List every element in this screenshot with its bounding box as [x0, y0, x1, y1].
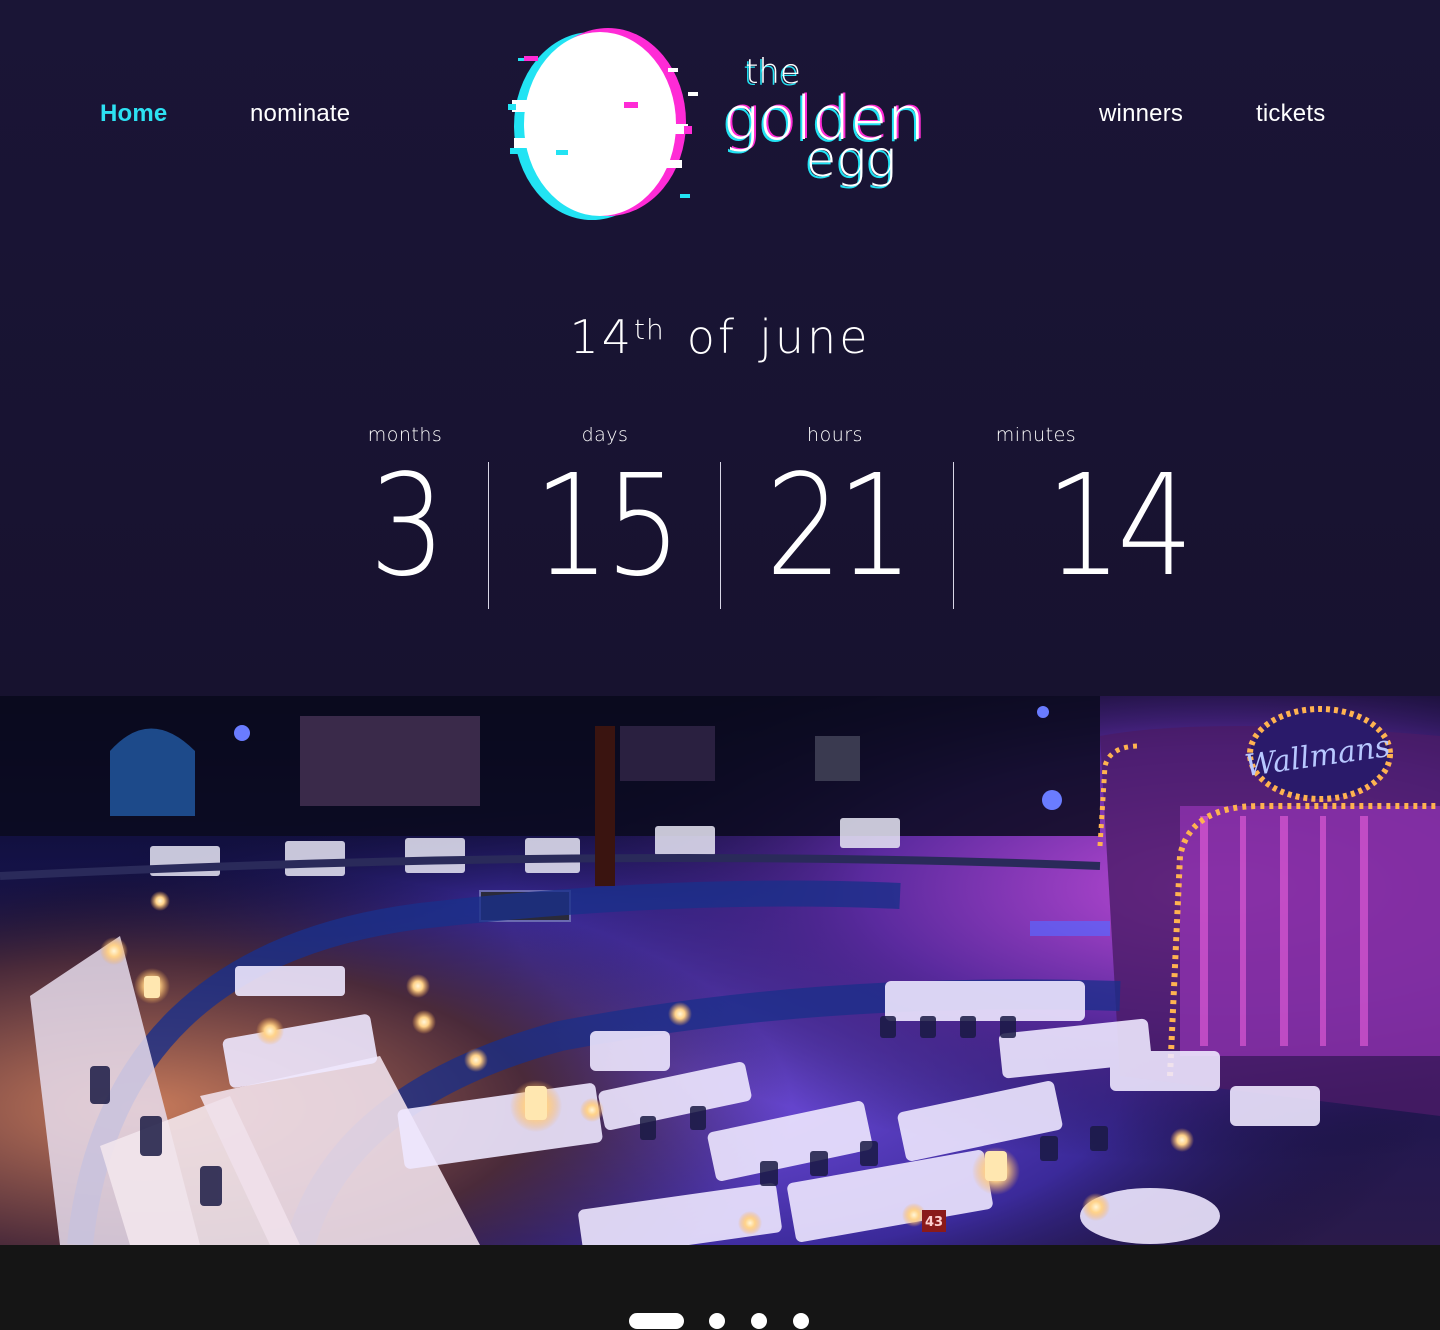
countdown-months-value: 3 — [369, 445, 446, 608]
event-date-of: of — [686, 310, 738, 364]
event-date-day: 14 — [569, 310, 635, 364]
countdown-minutes-value: 14 — [1045, 445, 1194, 608]
venue-photo: Wallmans 43 — [0, 696, 1440, 1245]
nav-home-link[interactable]: Home — [100, 100, 167, 128]
countdown-separator — [720, 462, 721, 609]
logo-line-egg: egg — [806, 130, 897, 188]
countdown-months-label: months — [367, 424, 443, 446]
carousel-dot-2[interactable] — [709, 1313, 725, 1329]
golden-egg-logo[interactable]: the the golden golden golden egg egg — [508, 20, 938, 230]
carousel-dot-3[interactable] — [751, 1313, 767, 1329]
countdown-days-label: days — [581, 424, 629, 446]
event-date-month: june — [759, 310, 871, 364]
table-number: 43 — [925, 1215, 943, 1230]
egg-logo-icon — [508, 28, 698, 220]
countdown-separator — [953, 462, 954, 609]
header: Home nominate winners tickets the the go… — [0, 0, 1440, 696]
wall-painting — [300, 716, 480, 806]
countdown-hours-label: hours — [807, 424, 863, 446]
nav-winners-link[interactable]: winners — [1099, 100, 1183, 128]
hero-venue-image: Wallmans 43 — [0, 696, 1440, 1245]
countdown-minutes-label: minutes — [995, 424, 1077, 446]
stage-curtain — [1180, 806, 1440, 1056]
countdown-separator — [488, 462, 489, 609]
countdown-hours-value: 21 — [765, 445, 914, 608]
venue-sign: Wallmans — [1243, 706, 1393, 802]
carousel-dot-4[interactable] — [793, 1313, 809, 1329]
logo-wordmark: the the golden golden golden egg egg — [721, 52, 927, 190]
nav-tickets-link[interactable]: tickets — [1256, 100, 1325, 128]
nav-nominate-link[interactable]: nominate — [250, 100, 350, 128]
carousel-dot-1[interactable] — [629, 1313, 684, 1329]
countdown-days-value: 15 — [533, 445, 682, 608]
arched-window — [110, 728, 195, 816]
event-date-title: 14th of june — [0, 310, 1440, 364]
event-date-suffix: th — [634, 313, 665, 346]
